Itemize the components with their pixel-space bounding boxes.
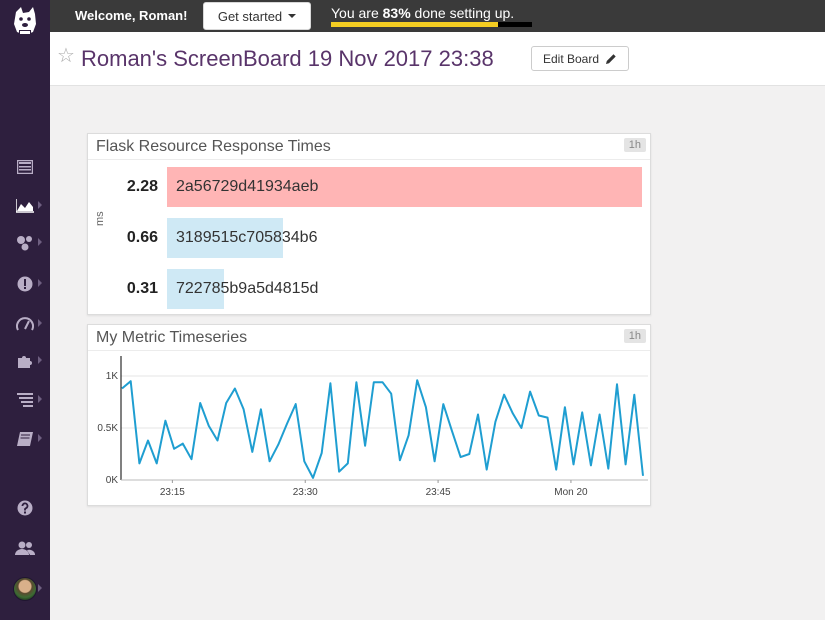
- page-title: Roman's ScreenBoard 19 Nov 2017 23:38: [81, 46, 494, 71]
- timeframe-badge: 1h: [623, 329, 646, 343]
- nav-dashboards-icon[interactable]: [0, 190, 50, 222]
- setup-progress-text: You are 83% done setting up.: [331, 5, 515, 21]
- y-tick-label: 0.5K: [97, 423, 118, 434]
- toplist-value: 0.66: [126, 229, 158, 246]
- timeframe-badge: 1h: [623, 138, 646, 152]
- nav-infrastructure-icon[interactable]: [0, 227, 50, 259]
- setup-progress-percent: 83%: [382, 5, 411, 21]
- welcome-text: Welcome, Roman!: [75, 8, 188, 23]
- nav-notebooks-icon[interactable]: [0, 423, 50, 455]
- nav-apm-icon[interactable]: [0, 308, 50, 340]
- setup-progress-fill: [331, 22, 498, 27]
- dog-logo-icon: [14, 7, 36, 35]
- timeseries-widget[interactable]: My Metric Timeseries 1h 0K 0.5K 1K 23:15 23:…: [87, 324, 651, 506]
- y-tick-label: 1K: [106, 371, 119, 382]
- setup-progress-bar: [331, 22, 532, 27]
- y-tick-label: 0K: [106, 475, 119, 486]
- favorite-star-icon[interactable]: ☆: [57, 46, 75, 66]
- top-bar: Welcome, Roman! Get started You are 83% …: [50, 0, 825, 32]
- user-avatar[interactable]: [0, 573, 50, 605]
- toplist-label: 722785b9a5d4815d: [176, 280, 319, 297]
- toplist-value: 0.31: [126, 280, 158, 297]
- toplist-label: 2a56729d41934aeb: [176, 178, 319, 195]
- get-started-button[interactable]: Get started: [203, 2, 311, 30]
- x-tick-label: Mon 20: [554, 487, 588, 498]
- x-tick-label: 23:15: [160, 487, 185, 498]
- x-tick-label: 23:30: [293, 487, 318, 498]
- nav-integrations-icon[interactable]: [0, 345, 50, 377]
- edit-board-button[interactable]: Edit Board: [531, 46, 629, 71]
- board-header: ☆ Roman's ScreenBoard 19 Nov 2017 23:38 …: [50, 32, 825, 86]
- x-tick-label: 23:45: [426, 487, 451, 498]
- left-sidebar: [0, 0, 50, 620]
- series-line: [121, 379, 644, 479]
- nav-monitors-icon[interactable]: [0, 268, 50, 300]
- chevron-down-icon: [288, 14, 297, 18]
- help-icon[interactable]: [0, 492, 50, 524]
- toplist-row[interactable]: 0.31 722785b9a5d4815d: [88, 269, 652, 309]
- widget-title: Flask Resource Response Times: [96, 138, 331, 155]
- nav-logs-icon[interactable]: [0, 384, 50, 416]
- toplist-value: 2.28: [126, 178, 158, 195]
- toplist-label: 3189515c705834b6: [176, 229, 318, 246]
- nav-events-icon[interactable]: [0, 151, 50, 183]
- toplist-row[interactable]: 2.28 2a56729d41934aeb: [88, 167, 652, 207]
- get-started-label: Get started: [217, 8, 283, 24]
- avatar: [13, 577, 37, 601]
- widget-title: My Metric Timeseries: [96, 329, 248, 346]
- widget-divider: [88, 159, 650, 160]
- pencil-icon: [606, 53, 616, 64]
- toplist-widget[interactable]: Flask Resource Response Times 1h ms 2.28…: [87, 133, 651, 315]
- toplist-row[interactable]: 0.66 3189515c705834b6: [88, 218, 652, 258]
- timeseries-chart: 0K 0.5K 1K 23:15 23:30 23:45 Mon 20: [97, 356, 648, 498]
- datadog-logo[interactable]: [0, 0, 50, 42]
- team-icon[interactable]: [0, 532, 50, 564]
- edit-board-label: Edit Board: [542, 51, 600, 66]
